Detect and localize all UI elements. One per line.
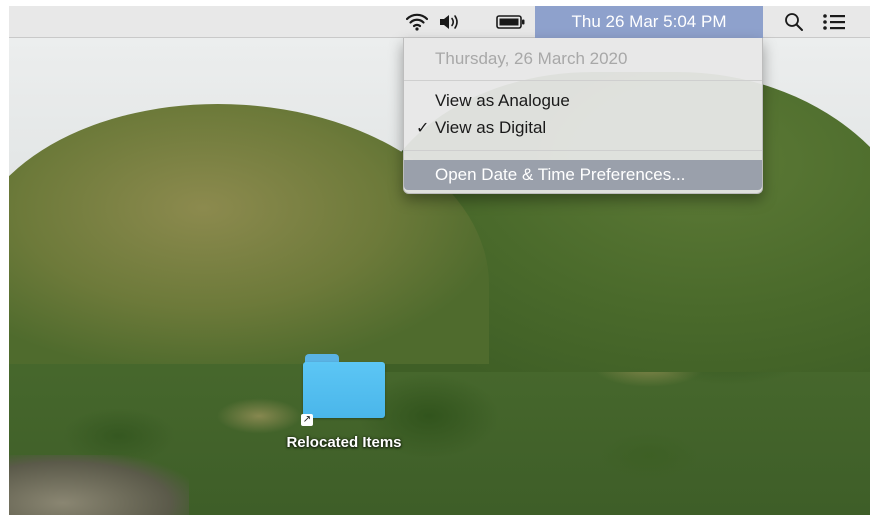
menu-bar: Thu 26 Mar 5:04 PM bbox=[9, 6, 870, 38]
volume-icon[interactable] bbox=[433, 6, 467, 38]
battery-icon[interactable] bbox=[493, 6, 529, 38]
folder-label[interactable]: Relocated Items bbox=[286, 434, 401, 451]
clock-menu-extra[interactable]: Thu 26 Mar 5:04 PM bbox=[535, 6, 763, 38]
wifi-icon[interactable] bbox=[401, 6, 433, 38]
folder-icon[interactable]: ↗ bbox=[301, 352, 387, 426]
desktop-folder-relocated-items[interactable]: ↗ Relocated Items bbox=[264, 352, 424, 472]
alias-arrow-icon: ↗ bbox=[301, 414, 313, 426]
clock-dropdown-menu: Thursday, 26 March 2020 View as Analogue… bbox=[403, 38, 763, 194]
folder-body bbox=[303, 362, 385, 418]
checkmark-icon: ✓ bbox=[416, 118, 430, 137]
menu-separator bbox=[404, 80, 762, 81]
menu-item-view-as-digital[interactable]: ✓ View as Digital bbox=[404, 115, 762, 141]
menu-item-label: View as Analogue bbox=[435, 91, 570, 110]
notification-center-icon[interactable] bbox=[817, 6, 851, 38]
menu-separator bbox=[404, 150, 762, 151]
menu-item-view-as-analogue[interactable]: View as Analogue bbox=[404, 88, 762, 114]
menu-item-label: View as Digital bbox=[435, 118, 547, 137]
menu-item-open-date-time-preferences[interactable]: Open Date & Time Preferences... bbox=[404, 160, 762, 190]
wallpaper-rocks bbox=[9, 455, 189, 515]
spotlight-search-icon[interactable] bbox=[779, 6, 809, 38]
menu-date-header: Thursday, 26 March 2020 bbox=[435, 49, 628, 68]
